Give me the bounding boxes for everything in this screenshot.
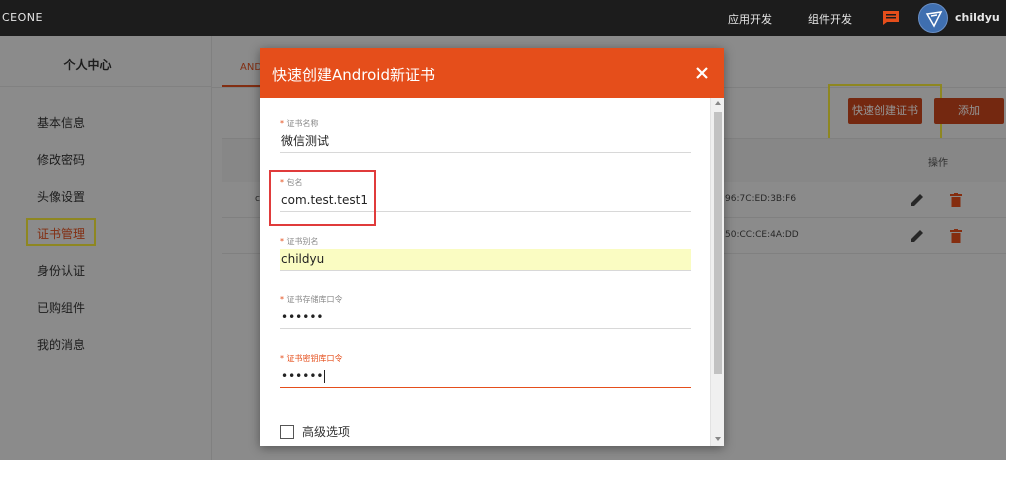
app-window: CEONE 应用开发 组件开发 childyu 个人中心 基本信息 修改密码 头… xyxy=(0,0,1006,460)
nav-component-dev[interactable]: 组件开发 xyxy=(808,11,852,27)
advanced-options[interactable]: 高级选项 xyxy=(280,423,350,440)
cert-alias-input[interactable]: childyu xyxy=(280,249,691,271)
annotation-box xyxy=(269,170,376,226)
advanced-options-label: 高级选项 xyxy=(302,425,351,439)
scroll-up-arrow-icon[interactable] xyxy=(715,101,721,105)
top-bar: CEONE 应用开发 组件开发 childyu xyxy=(0,0,1006,36)
dialog-header: 快速创建Android新证书 xyxy=(260,48,724,98)
dialog-title: 快速创建Android新证书 xyxy=(272,66,435,84)
close-icon[interactable] xyxy=(694,65,710,81)
cert-alias-label: 证书别名 xyxy=(286,237,319,246)
text-caret xyxy=(324,370,326,383)
brand-logo[interactable]: CEONE xyxy=(2,11,43,24)
advanced-options-checkbox[interactable] xyxy=(280,424,294,439)
username[interactable]: childyu xyxy=(955,11,1000,24)
nav-app-dev[interactable]: 应用开发 xyxy=(728,11,772,27)
key-password-input[interactable]: •••••• xyxy=(280,366,691,388)
message-icon[interactable] xyxy=(882,10,900,26)
scroll-down-arrow-icon[interactable] xyxy=(715,437,721,441)
key-password-value: •••••• xyxy=(281,369,324,383)
cert-name-label: 证书名称 xyxy=(286,119,319,128)
scroll-thumb[interactable] xyxy=(714,112,722,374)
avatar[interactable] xyxy=(918,3,948,33)
dialog-scrollbar[interactable] xyxy=(710,98,724,446)
key-password-label: 证书密钥库口令 xyxy=(286,354,343,363)
cert-name-input[interactable]: 微信测试 xyxy=(280,131,691,153)
store-password-label: 证书存储库口令 xyxy=(286,295,343,304)
dialog-body: * 证书名称 微信测试 * 包名 com.test.test1 * 证书别名 c… xyxy=(260,98,710,446)
store-password-input[interactable]: •••••• xyxy=(280,307,691,329)
create-certificate-dialog: 快速创建Android新证书 * 证书名称 微信测试 * 包名 com.test… xyxy=(260,48,724,446)
